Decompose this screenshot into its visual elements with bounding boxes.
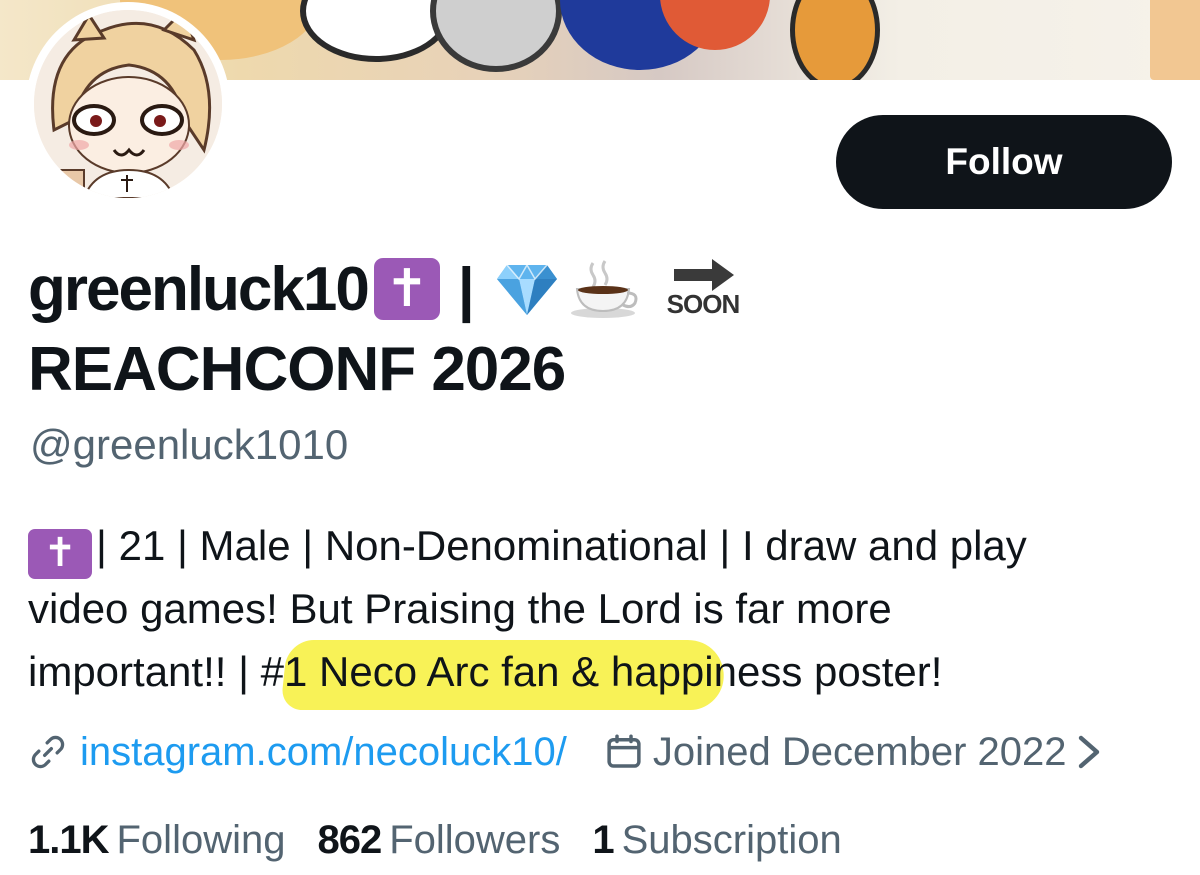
display-name-line2: REACHCONF 2026 <box>28 335 566 404</box>
following-stat[interactable]: 1.1K Following <box>28 818 285 863</box>
latin-cross-emoji-icon: ✝ <box>28 528 92 579</box>
display-name-separator: | <box>457 255 475 323</box>
coffee-icon <box>567 259 639 319</box>
subscription-count: 1 <box>592 817 614 862</box>
followers-label: Followers <box>389 817 561 862</box>
user-handle: @greenluck1010 <box>30 421 349 468</box>
gem-icon <box>495 261 559 317</box>
chevron-right-icon[interactable] <box>1077 732 1101 772</box>
calendar-icon <box>603 731 645 773</box>
display-name-text: greenluck10 <box>28 254 370 324</box>
bio-line-2-text: video games! But Praising the Lord is fa… <box>28 585 892 632</box>
bio-line-3-text: important!! | #1 Neco Arc fan & happines… <box>28 648 943 695</box>
bio: ✝ | 21 | Male | Non-Denominational | I dr… <box>28 514 1178 710</box>
bio-line-1-text: | 21 | Male | Non-Denominational | I dra… <box>96 522 1027 569</box>
soon-arrow-icon: SOON <box>666 258 741 320</box>
avatar[interactable] <box>26 2 230 206</box>
latin-cross-emoji-icon: ✝ <box>373 258 440 320</box>
display-name: greenluck10 ✝ | SOON <box>28 244 741 334</box>
profile-page: Follow greenluck10 ✝ | SOON REACHCONF 20… <box>0 0 1200 875</box>
followers-stat[interactable]: 862 Followers <box>317 818 560 863</box>
link-icon <box>28 732 68 772</box>
followers-count: 862 <box>317 817 382 862</box>
bio-line-1: ✝ | 21 | Male | Non-Denominational | I dr… <box>28 514 1178 579</box>
bio-line-3: important!! | #1 Neco Arc fan & happines… <box>28 640 1178 710</box>
bio-line-2: video games! But Praising the Lord is fa… <box>28 577 1178 640</box>
soon-label: SOON <box>666 288 741 319</box>
subscription-label: Subscription <box>621 817 842 862</box>
profile-meta: instagram.com/necoluck10/ Joined Decembe… <box>28 726 1101 778</box>
follow-button[interactable]: Follow <box>836 115 1172 209</box>
joined-date: Joined December 2022 <box>652 729 1067 774</box>
profile-website-link[interactable]: instagram.com/necoluck10/ <box>80 730 567 775</box>
avatar-image <box>34 10 222 198</box>
subscription-stat[interactable]: 1 Subscription <box>592 818 841 863</box>
following-label: Following <box>116 817 286 862</box>
following-count: 1.1K <box>28 817 109 862</box>
profile-stats: 1.1K Following 862 Followers 1 Subscript… <box>28 813 874 867</box>
